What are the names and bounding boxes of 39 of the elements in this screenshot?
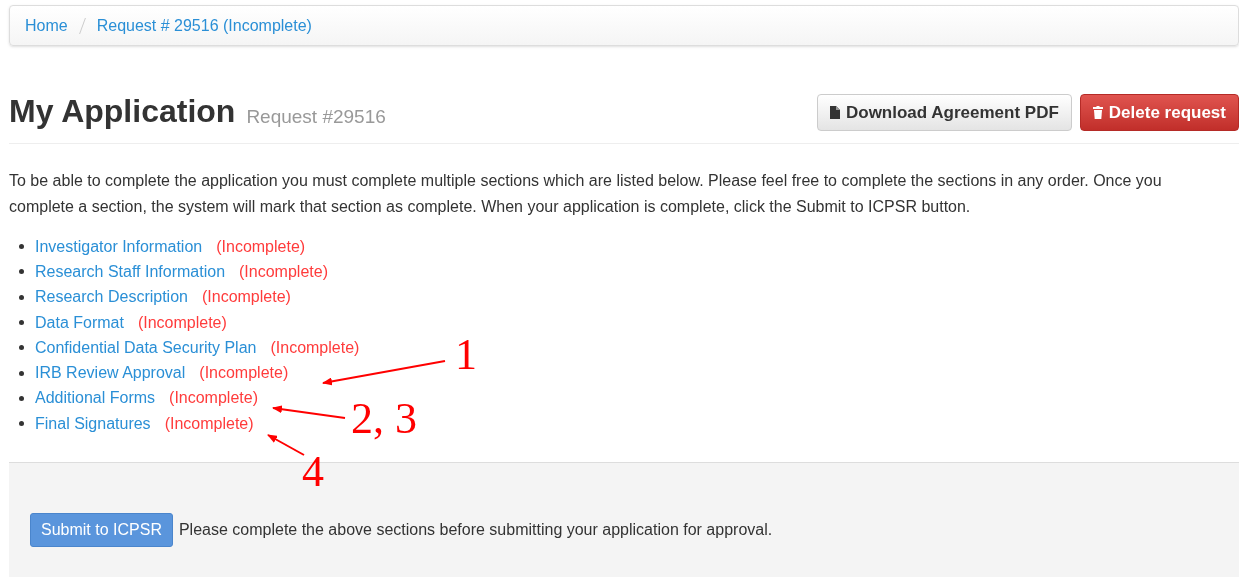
status-text: (Incomplete)	[201, 287, 291, 308]
footer-message: Please complete the above sections before submitting your application for approval.	[178, 520, 773, 541]
section-link[interactable]: Additional Forms	[35, 386, 156, 411]
annotation-label: 4	[302, 450, 324, 494]
bullet-icon	[19, 294, 24, 300]
section-link[interactable]: Data Format	[35, 310, 124, 335]
status-text: (Incomplete)	[169, 388, 258, 409]
trash-icon	[1092, 106, 1103, 119]
section-link[interactable]: Final Signatures	[35, 411, 151, 436]
intro-paragraph: To be able to complete the application you must complete multiple sections which are listed below. Please feel free to complete the sections in any order. Once you complete a section, the system will mark that section as complete. When your application is complete, click the Submit to ICPSR button.	[9, 171, 1163, 217]
breadcrumb-link[interactable]: Home	[25, 13, 68, 38]
page-subtitle: Request #29516	[246, 107, 386, 126]
breadcrumb-link[interactable]: Request # 29516 (Incomplete)	[96, 13, 312, 38]
bullet-icon	[19, 320, 24, 326]
document-icon	[830, 106, 840, 119]
status-text: (Incomplete)	[216, 236, 306, 257]
annotation-arrow	[267, 434, 305, 456]
page-title: My Application	[9, 95, 236, 127]
status-text: (Incomplete)	[199, 363, 289, 384]
bullet-icon	[19, 345, 24, 351]
bullet-icon	[19, 244, 24, 250]
section-link[interactable]: IRB Review Approval	[35, 361, 186, 386]
status-text: (Incomplete)	[270, 337, 360, 358]
delete-button[interactable]: Delete request	[1079, 94, 1239, 131]
submit-button[interactable]: Submit to ICPSR	[30, 513, 173, 548]
download-button[interactable]: Download Agreement PDF	[817, 94, 1072, 131]
bullet-icon	[19, 269, 24, 275]
bullet-icon	[19, 395, 24, 401]
section-link[interactable]: Confidential Data Security Plan	[35, 335, 257, 360]
annotation-label: 2, 3	[351, 397, 417, 441]
section-link[interactable]: Research Description	[35, 285, 188, 310]
section-link[interactable]: Research Staff Information	[35, 259, 226, 284]
status-text: (Incomplete)	[239, 261, 328, 282]
status-text: (Incomplete)	[164, 413, 254, 434]
bullet-icon	[19, 421, 24, 427]
bullet-icon	[19, 370, 24, 376]
annotation-label: 1	[455, 333, 477, 377]
status-text: (Incomplete)	[137, 312, 227, 333]
section-link[interactable]: Investigator Information	[35, 234, 203, 259]
